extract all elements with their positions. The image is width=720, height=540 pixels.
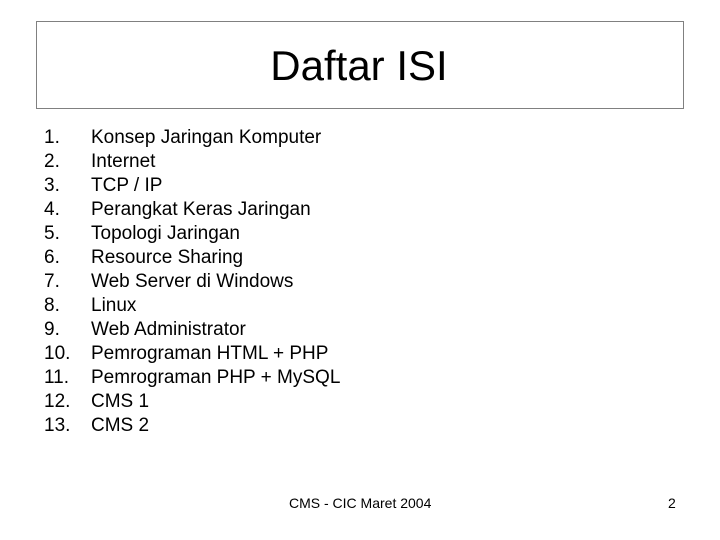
list-item: 5. Topologi Jaringan <box>44 222 340 246</box>
list-item: 4. Perangkat Keras Jaringan <box>44 198 340 222</box>
list-item: 12. CMS 1 <box>44 390 340 414</box>
title-box: Daftar ISI <box>36 21 684 109</box>
list-item-label: Konsep Jaringan Komputer <box>91 127 322 148</box>
list-item-number: 12. <box>44 391 71 412</box>
list-item-number: 3. <box>44 175 60 196</box>
list-item: 10. Pemrograman HTML + PHP <box>44 342 340 366</box>
table-of-contents: 1. Konsep Jaringan Komputer 2. Internet 3. TC… <box>44 126 340 438</box>
list-item-number: 1. <box>44 127 60 148</box>
list-item-label: TCP / IP <box>91 175 163 196</box>
list-item-number: 5. <box>44 223 60 244</box>
list-item-number: 11. <box>44 367 70 388</box>
list-item: 8. Linux <box>44 294 340 318</box>
list-item-label: CMS 1 <box>91 391 150 412</box>
list-item-number: 10. <box>44 343 71 364</box>
slide-title: Daftar ISI <box>37 42 683 90</box>
page-number: 2 <box>668 495 676 511</box>
list-item-label: Web Administrator <box>91 319 246 340</box>
list-item-label: Internet <box>91 151 156 172</box>
list-item-label: Pemrograman PHP + MySQL <box>91 367 341 388</box>
list-item-number: 13. <box>44 415 71 436</box>
list-item-number: 9. <box>44 319 60 340</box>
list-item-label: CMS 2 <box>91 415 150 436</box>
list-item: 9. Web Administrator <box>44 318 340 342</box>
list-item: 6. Resource Sharing <box>44 246 340 270</box>
list-item: 13. CMS 2 <box>44 414 340 438</box>
slide-footer: CMS - CIC Maret 2004 <box>289 495 432 511</box>
list-item: 2. Internet <box>44 150 340 174</box>
list-item-label: Topologi Jaringan <box>91 223 240 244</box>
list-item: 3. TCP / IP <box>44 174 340 198</box>
list-item-number: 2. <box>44 151 60 172</box>
list-item-label: Pemrograman HTML + PHP <box>91 343 329 364</box>
list-item: 11. Pemrograman PHP + MySQL <box>44 366 340 390</box>
list-item-number: 6. <box>44 247 60 268</box>
list-item-number: 4. <box>44 199 60 220</box>
list-item-label: Resource Sharing <box>91 247 244 268</box>
list-item-label: Linux <box>91 295 137 316</box>
list-item-number: 7. <box>44 271 60 292</box>
list-item-number: 8. <box>44 295 60 316</box>
slide-title-text: Daftar ISI <box>270 42 448 89</box>
list-item: 1. Konsep Jaringan Komputer <box>44 126 340 150</box>
list-item-label: Perangkat Keras Jaringan <box>91 199 311 220</box>
list-item: 7. Web Server di Windows <box>44 270 340 294</box>
list-item-label: Web Server di Windows <box>91 271 294 292</box>
